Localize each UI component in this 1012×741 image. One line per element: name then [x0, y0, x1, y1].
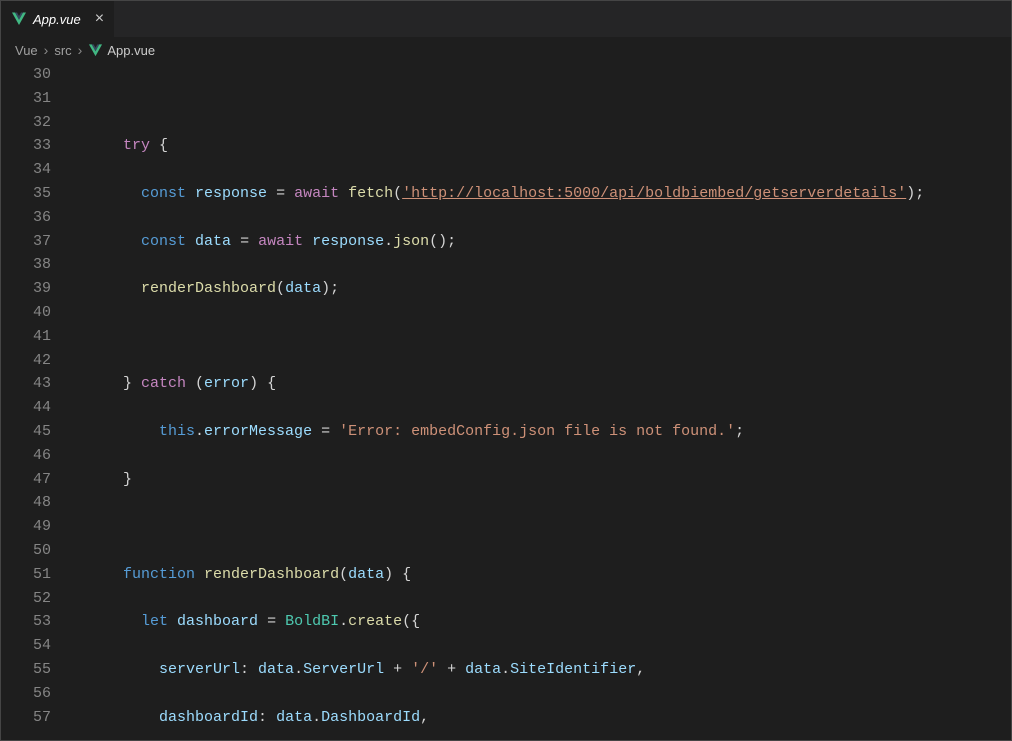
chevron-right-icon: ›: [42, 42, 51, 58]
breadcrumb-file-label: App.vue: [107, 43, 155, 58]
breadcrumb-seg[interactable]: src: [54, 43, 71, 58]
tab-label: App.vue: [33, 12, 81, 27]
code-editor[interactable]: 3031323334353637383940414243444546474849…: [1, 63, 1011, 740]
close-icon[interactable]: ×: [95, 10, 104, 28]
chevron-right-icon: ›: [76, 42, 85, 58]
vue-icon: [11, 11, 27, 27]
breadcrumb: Vue › src › App.vue: [1, 37, 1011, 63]
vue-icon: [88, 43, 103, 58]
line-number-gutter: 3031323334353637383940414243444546474849…: [1, 63, 69, 740]
tab-app-vue[interactable]: App.vue ×: [1, 1, 115, 37]
code-content[interactable]: try { const response = await fetch('http…: [69, 63, 1011, 740]
tab-bar: App.vue ×: [1, 1, 1011, 37]
breadcrumb-seg[interactable]: Vue: [15, 43, 38, 58]
breadcrumb-file[interactable]: App.vue: [88, 43, 155, 58]
